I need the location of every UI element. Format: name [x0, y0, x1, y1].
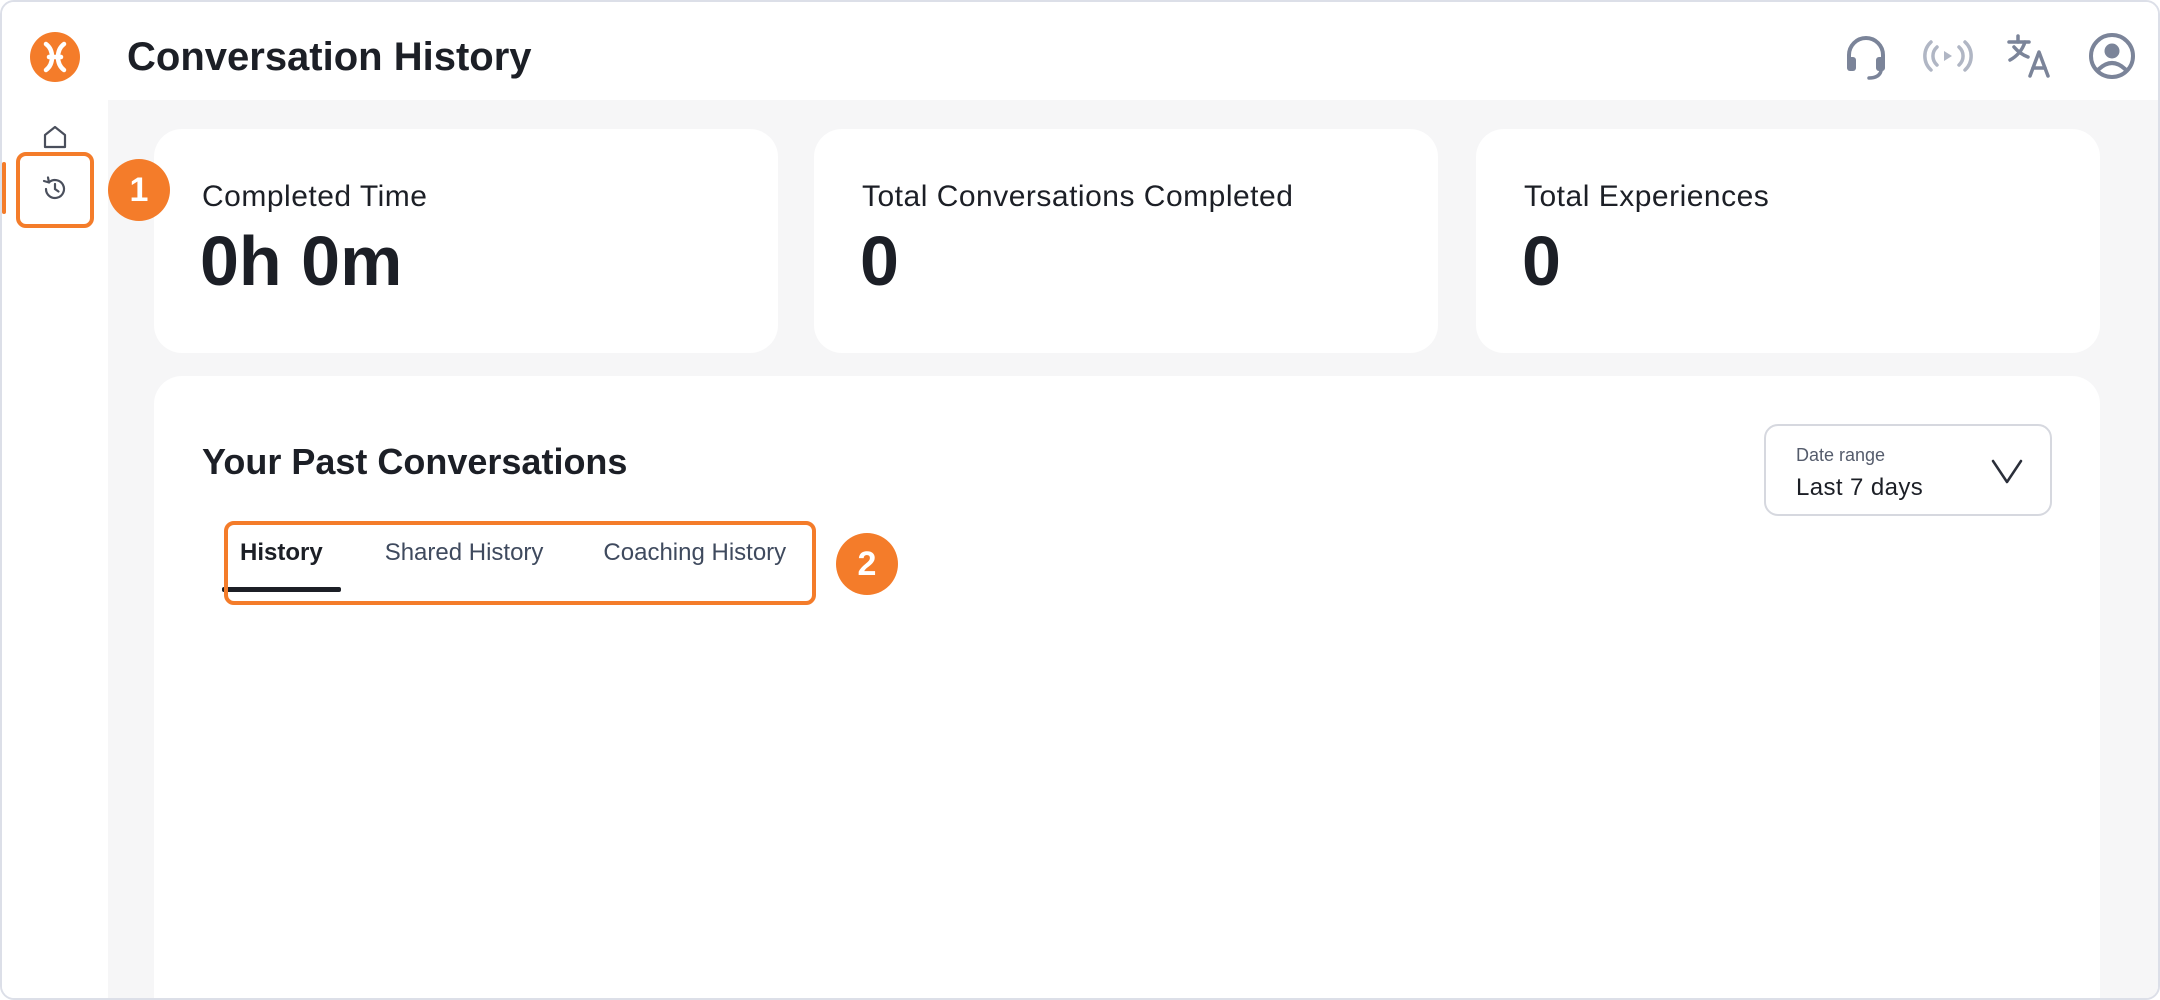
- account-icon[interactable]: [2086, 30, 2138, 82]
- stat-label: Total Conversations Completed: [862, 180, 1294, 213]
- stat-label: Total Experiences: [1524, 180, 1770, 213]
- date-range-value: Last 7 days: [1796, 474, 1924, 501]
- date-range-select[interactable]: Date range Last 7 days: [1764, 424, 2052, 516]
- highlight-box-tabs: [224, 521, 816, 605]
- sidebar: [2, 100, 108, 998]
- callout-badge: 1: [108, 159, 170, 221]
- stat-value: 0: [1522, 222, 1561, 300]
- date-range-label: Date range: [1796, 445, 1886, 465]
- broadcast-icon[interactable]: [1922, 30, 1974, 82]
- headset-icon[interactable]: [1840, 30, 1892, 82]
- highlight-box-sidebar-history: [16, 152, 94, 228]
- page-title: Conversation History: [127, 35, 532, 79]
- chevron-down-icon: [1991, 459, 2023, 484]
- stat-value: 0h 0m: [200, 222, 403, 300]
- brand-logo-icon[interactable]: [30, 32, 80, 82]
- home-icon[interactable]: [40, 122, 70, 152]
- stat-label: Completed Time: [202, 180, 428, 213]
- section-title: Your Past Conversations: [202, 441, 628, 482]
- stat-card-total-conversations: Total Conversations Completed 0: [814, 129, 1438, 353]
- stat-value: 0: [860, 222, 899, 300]
- app-window: Conversation History Completed Time 0h 0…: [0, 0, 2160, 1000]
- top-bar: Conversation History: [2, 2, 2158, 100]
- header-actions: [1840, 28, 2138, 84]
- stat-card-completed-time: Completed Time 0h 0m: [154, 129, 778, 353]
- callout-badge: 2: [836, 533, 898, 595]
- active-indicator: [2, 162, 6, 214]
- translate-icon[interactable]: [2004, 30, 2056, 82]
- stat-card-total-experiences: Total Experiences 0: [1476, 129, 2100, 353]
- past-conversations-panel: Your Past Conversations Date range Last …: [154, 376, 2100, 998]
